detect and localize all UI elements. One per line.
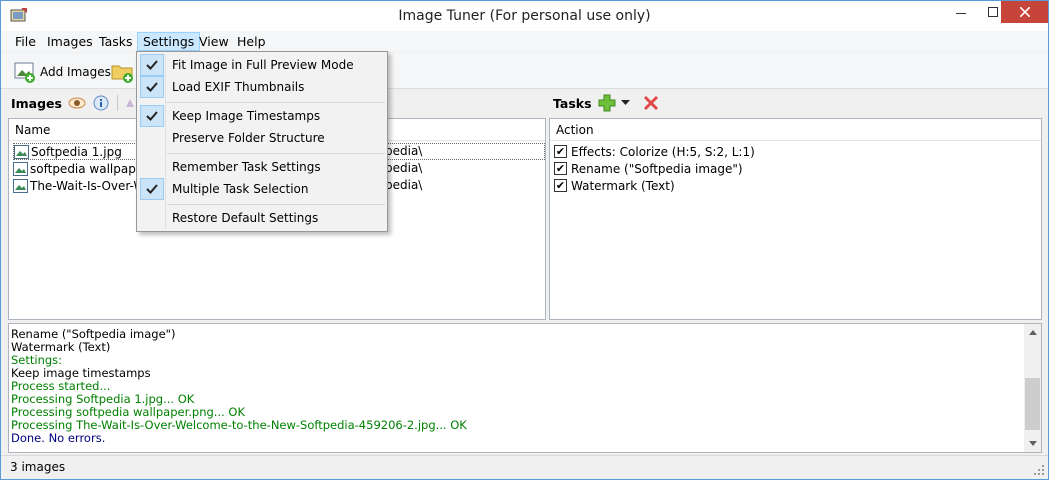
log-line: Settings: <box>11 353 63 367</box>
log-line: Done. No errors. <box>11 431 106 445</box>
chevron-down-icon[interactable] <box>621 100 630 106</box>
menu-item-label: Load EXIF Thumbnails <box>172 80 305 94</box>
menu-item-remember-task[interactable]: Remember Task Settings <box>139 156 385 178</box>
menu-item-keep-timestamps[interactable]: Keep Image Timestamps <box>139 105 385 127</box>
menu-item-label: Preserve Folder Structure <box>172 131 325 145</box>
images-panel-title: Images <box>11 95 62 111</box>
menu-item-restore-defaults[interactable]: Restore Default Settings <box>139 207 385 229</box>
add-images-button[interactable]: Add Images <box>13 59 111 85</box>
image-row[interactable]: The-Wait-Is-Over-We <box>13 177 152 194</box>
column-header-action[interactable]: Action <box>550 119 1041 141</box>
image-file-icon <box>13 178 28 193</box>
resize-grip-icon[interactable] <box>1033 464 1045 476</box>
rotate-icon[interactable] <box>124 97 136 109</box>
maximize-icon <box>988 7 998 17</box>
minimize-button[interactable] <box>945 1 977 23</box>
menu-bar: File Images Tasks Settings View Help <box>1 31 1048 52</box>
log-line: Keep image timestamps <box>11 366 151 380</box>
menu-separator <box>167 204 385 205</box>
image-name: Softpedia 1.jpg <box>31 144 122 159</box>
check-icon <box>140 76 164 98</box>
tasks-panel-title: Tasks <box>553 95 592 111</box>
menu-view[interactable]: View <box>193 32 235 51</box>
check-icon <box>140 105 164 127</box>
image-file-icon <box>13 161 28 176</box>
add-folder-icon <box>111 65 133 83</box>
chevron-down-icon <box>1028 441 1037 446</box>
menu-separator <box>167 153 385 154</box>
menu-item-label: Multiple Task Selection <box>172 182 309 196</box>
menu-item-label: Fit Image in Full Preview Mode <box>172 58 354 72</box>
task-checkbox[interactable]: ✔ <box>554 145 567 158</box>
menu-item-label: Keep Image Timestamps <box>172 109 321 123</box>
menu-images[interactable]: Images <box>41 32 99 51</box>
status-text: 3 images <box>10 460 66 474</box>
images-panel-header: Images <box>11 91 62 115</box>
task-label: Watermark (Text) <box>571 178 675 193</box>
task-row[interactable]: ✔ Rename ("Softpedia image") <box>554 160 743 177</box>
add-folder-button[interactable] <box>111 59 135 85</box>
menu-item-fit-image[interactable]: Fit Image in Full Preview Mode <box>139 54 385 76</box>
task-checkbox[interactable]: ✔ <box>554 179 567 192</box>
task-row[interactable]: ✔ Watermark (Text) <box>554 177 675 194</box>
menu-file[interactable]: File <box>9 32 42 51</box>
image-path: pedia\ <box>385 161 423 175</box>
add-images-icon <box>14 62 35 83</box>
task-label: Effects: Colorize (H:5, S:2, L:1) <box>571 144 755 159</box>
close-button[interactable] <box>1001 1 1048 23</box>
log-line: Processing Softpedia 1.jpg... OK <box>11 392 195 406</box>
menu-help[interactable]: Help <box>231 32 272 51</box>
menu-item-load-exif[interactable]: Load EXIF Thumbnails <box>139 76 385 98</box>
image-file-icon <box>14 144 29 159</box>
minimize-icon <box>956 13 966 14</box>
log-line: Processing softpedia wallpaper.png... OK <box>11 405 246 419</box>
menu-item-preserve-folder[interactable]: Preserve Folder Structure <box>139 127 385 149</box>
scroll-down-button[interactable] <box>1024 435 1041 452</box>
task-checkbox[interactable]: ✔ <box>554 162 567 175</box>
image-name: The-Wait-Is-Over-We <box>30 178 152 193</box>
window-title: Image Tuner (For personal use only) <box>398 8 651 24</box>
task-label: Rename ("Softpedia image") <box>571 161 743 176</box>
title-bar[interactable]: Image Tuner (For personal use only) <box>1 1 1048 31</box>
chevron-up-icon <box>1028 330 1037 335</box>
log-panel[interactable]: Rename ("Softpedia image") Watermark (Te… <box>8 323 1042 453</box>
preview-eye-icon[interactable] <box>68 96 86 110</box>
app-window: Image Tuner (For personal use only) File… <box>0 0 1049 480</box>
menu-item-label: Remember Task Settings <box>172 160 321 174</box>
log-scrollbar[interactable] <box>1024 324 1041 452</box>
check-icon <box>140 178 164 200</box>
image-path: pedia\ <box>385 144 423 158</box>
tasks-list[interactable]: Action ✔ Effects: Colorize (H:5, S:2, L:… <box>549 118 1042 320</box>
status-bar: 3 images <box>1 455 1048 479</box>
image-path: pedia\ <box>385 178 423 192</box>
tasks-panel-header: Tasks <box>553 91 592 115</box>
menu-settings[interactable]: Settings <box>137 32 201 51</box>
task-row[interactable]: ✔ Effects: Colorize (H:5, S:2, L:1) <box>554 143 755 160</box>
menu-item-label: Restore Default Settings <box>172 211 319 225</box>
menu-item-multiple-task[interactable]: Multiple Task Selection <box>139 178 385 200</box>
settings-dropdown: Fit Image in Full Preview Mode Load EXIF… <box>136 51 388 232</box>
close-icon <box>1019 7 1030 17</box>
add-images-label: Add Images <box>40 65 111 79</box>
info-icon[interactable] <box>93 95 109 111</box>
menu-tasks[interactable]: Tasks <box>93 32 139 51</box>
log-line: Watermark (Text) <box>11 340 111 354</box>
remove-task-icon[interactable] <box>643 95 659 111</box>
toolbar-divider <box>117 95 118 111</box>
log-line: Processing The-Wait-Is-Over-Welcome-to-t… <box>11 418 467 432</box>
scroll-up-button[interactable] <box>1024 324 1041 341</box>
menu-separator <box>167 102 385 103</box>
check-icon <box>140 54 164 76</box>
log-line: Rename ("Softpedia image") <box>11 327 176 341</box>
log-line: Process started... <box>11 379 111 393</box>
scroll-thumb[interactable] <box>1025 378 1040 430</box>
add-task-icon[interactable] <box>598 94 616 112</box>
